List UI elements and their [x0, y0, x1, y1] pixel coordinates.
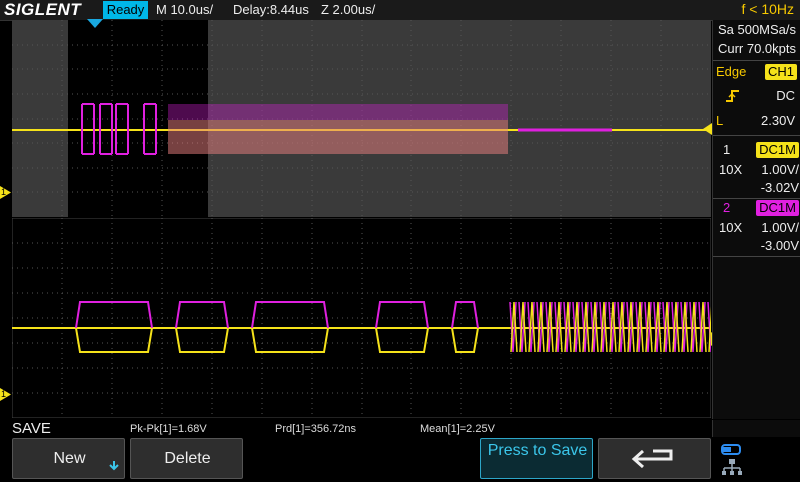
measurement-strip: SAVE Pk-Pk[1]=1.68V Prd[1]=356.72ns Mean… [0, 420, 712, 437]
run-status-badge[interactable]: Ready [103, 1, 148, 19]
trigger-level: 2.30V [761, 113, 795, 128]
ch1-probe: 10X [719, 162, 743, 177]
delete-button[interactable]: Delete [130, 438, 243, 479]
press-to-save-label: Press to Save [487, 442, 588, 459]
ch1-number: 1 [723, 142, 731, 157]
ch1-scale: 1.00V/ [761, 162, 799, 177]
status-corner [712, 420, 800, 437]
measurement-period: Prd[1]=356.72ns [275, 423, 357, 435]
back-button[interactable] [598, 438, 711, 479]
trigger-source-badge: CH1 [764, 64, 797, 80]
measurement-mean: Mean[1]=2.25V [420, 423, 495, 435]
divider [713, 135, 800, 136]
measurement-pkpk: Pk-Pk[1]=1.68V [130, 423, 207, 435]
press-to-save-button[interactable]: Press to Save [480, 438, 593, 479]
trigger-type: Edge [716, 64, 747, 79]
divider [713, 60, 800, 61]
right-info-panel: Sa 500MSa/s Curr 70.0kpts Edge CH1 DC L … [712, 20, 800, 419]
main-waveform-window[interactable] [12, 20, 711, 217]
ch1-coupling-badge: DC1M [756, 142, 799, 158]
ch2-number: 2 [723, 200, 731, 215]
trigger-level-label: L [716, 113, 724, 128]
return-arrow-icon [631, 448, 679, 475]
network-usb-icon[interactable] [720, 443, 744, 477]
zoom-waveform-window[interactable] [12, 218, 711, 418]
ch2-scale: 1.00V/ [761, 220, 799, 235]
brand-logo: SIGLENT [4, 0, 82, 19]
ch2-probe: 10X [719, 220, 743, 235]
divider [713, 256, 800, 257]
delay-readout[interactable]: Delay:8.44us [233, 2, 309, 17]
delete-label: Delete [164, 450, 211, 467]
zoom-timebase-readout[interactable]: Z 2.00us/ [321, 2, 375, 17]
ch1-offset: -3.02V [760, 180, 799, 195]
chevron-down-icon [109, 458, 119, 476]
new-button[interactable]: New [12, 438, 125, 479]
rising-edge-icon [725, 88, 741, 110]
menu-title: SAVE [12, 420, 51, 437]
ch1-marker-label: 1 [1, 187, 7, 197]
ch1-zoom-marker-label: 1 [1, 389, 7, 399]
ch2-coupling-badge: DC1M [756, 200, 799, 216]
trigger-coupling: DC [776, 88, 795, 103]
sample-rate: Sa 500MSa/s [717, 22, 797, 37]
frequency-counter: f < 10Hz [741, 1, 794, 17]
memory-depth: Curr 70.0kpts [717, 41, 797, 56]
timebase-readout[interactable]: M 10.0us/ [156, 2, 213, 17]
ch2-offset: -3.00V [760, 238, 799, 253]
